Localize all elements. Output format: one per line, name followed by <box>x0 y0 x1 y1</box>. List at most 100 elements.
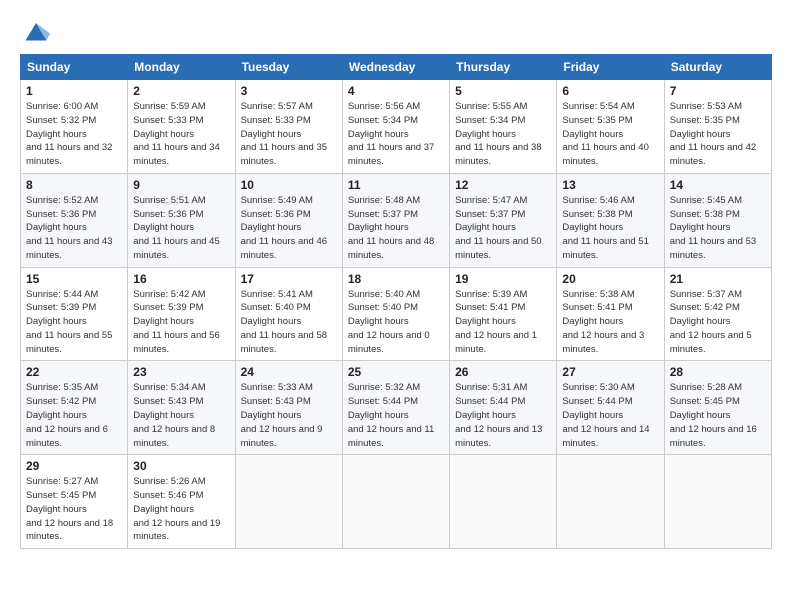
calendar-day-cell: 30 Sunrise: 5:26 AMSunset: 5:46 PMDaylig… <box>128 455 235 549</box>
day-number: 3 <box>241 84 337 98</box>
calendar-day-cell: 27 Sunrise: 5:30 AMSunset: 5:44 PMDaylig… <box>557 361 664 455</box>
calendar-day-cell: 17 Sunrise: 5:41 AMSunset: 5:40 PMDaylig… <box>235 267 342 361</box>
day-number: 25 <box>348 365 444 379</box>
weekday-header-cell: Saturday <box>664 55 771 80</box>
weekday-header-cell: Thursday <box>450 55 557 80</box>
weekday-header-cell: Wednesday <box>342 55 449 80</box>
calendar-day-cell: 8 Sunrise: 5:52 AMSunset: 5:36 PMDayligh… <box>21 173 128 267</box>
day-detail: Sunrise: 5:44 AMSunset: 5:39 PMDaylight … <box>26 288 122 357</box>
day-detail: Sunrise: 5:39 AMSunset: 5:41 PMDaylight … <box>455 288 551 357</box>
calendar-day-cell: 2 Sunrise: 5:59 AMSunset: 5:33 PMDayligh… <box>128 80 235 174</box>
calendar-week-row: 15 Sunrise: 5:44 AMSunset: 5:39 PMDaylig… <box>21 267 772 361</box>
day-detail: Sunrise: 5:47 AMSunset: 5:37 PMDaylight … <box>455 194 551 263</box>
calendar-day-cell: 12 Sunrise: 5:47 AMSunset: 5:37 PMDaylig… <box>450 173 557 267</box>
header <box>20 16 772 44</box>
calendar-day-cell: 14 Sunrise: 5:45 AMSunset: 5:38 PMDaylig… <box>664 173 771 267</box>
day-number: 14 <box>670 178 766 192</box>
day-number: 17 <box>241 272 337 286</box>
calendar-week-row: 22 Sunrise: 5:35 AMSunset: 5:42 PMDaylig… <box>21 361 772 455</box>
day-detail: Sunrise: 5:52 AMSunset: 5:36 PMDaylight … <box>26 194 122 263</box>
day-number: 11 <box>348 178 444 192</box>
day-number: 8 <box>26 178 122 192</box>
day-number: 2 <box>133 84 229 98</box>
day-detail: Sunrise: 5:54 AMSunset: 5:35 PMDaylight … <box>562 100 658 169</box>
weekday-header-cell: Sunday <box>21 55 128 80</box>
day-detail: Sunrise: 5:37 AMSunset: 5:42 PMDaylight … <box>670 288 766 357</box>
day-number: 15 <box>26 272 122 286</box>
calendar-day-cell: 9 Sunrise: 5:51 AMSunset: 5:36 PMDayligh… <box>128 173 235 267</box>
calendar-day-cell: 11 Sunrise: 5:48 AMSunset: 5:37 PMDaylig… <box>342 173 449 267</box>
calendar-day-cell: 21 Sunrise: 5:37 AMSunset: 5:42 PMDaylig… <box>664 267 771 361</box>
day-detail: Sunrise: 5:57 AMSunset: 5:33 PMDaylight … <box>241 100 337 169</box>
calendar-week-row: 29 Sunrise: 5:27 AMSunset: 5:45 PMDaylig… <box>21 455 772 549</box>
calendar-day-cell: 23 Sunrise: 5:34 AMSunset: 5:43 PMDaylig… <box>128 361 235 455</box>
calendar-day-cell: 19 Sunrise: 5:39 AMSunset: 5:41 PMDaylig… <box>450 267 557 361</box>
day-number: 23 <box>133 365 229 379</box>
day-detail: Sunrise: 5:48 AMSunset: 5:37 PMDaylight … <box>348 194 444 263</box>
calendar-day-cell: 16 Sunrise: 5:42 AMSunset: 5:39 PMDaylig… <box>128 267 235 361</box>
calendar-day-cell: 4 Sunrise: 5:56 AMSunset: 5:34 PMDayligh… <box>342 80 449 174</box>
day-detail: Sunrise: 5:30 AMSunset: 5:44 PMDaylight … <box>562 381 658 450</box>
calendar-day-cell: 29 Sunrise: 5:27 AMSunset: 5:45 PMDaylig… <box>21 455 128 549</box>
day-number: 27 <box>562 365 658 379</box>
day-number: 30 <box>133 459 229 473</box>
day-number: 7 <box>670 84 766 98</box>
day-detail: Sunrise: 5:26 AMSunset: 5:46 PMDaylight … <box>133 475 229 544</box>
calendar-day-cell <box>342 455 449 549</box>
day-detail: Sunrise: 5:31 AMSunset: 5:44 PMDaylight … <box>455 381 551 450</box>
day-number: 28 <box>670 365 766 379</box>
calendar-day-cell: 6 Sunrise: 5:54 AMSunset: 5:35 PMDayligh… <box>557 80 664 174</box>
day-detail: Sunrise: 5:46 AMSunset: 5:38 PMDaylight … <box>562 194 658 263</box>
day-number: 26 <box>455 365 551 379</box>
calendar-day-cell: 1 Sunrise: 6:00 AMSunset: 5:32 PMDayligh… <box>21 80 128 174</box>
day-detail: Sunrise: 5:49 AMSunset: 5:36 PMDaylight … <box>241 194 337 263</box>
calendar-day-cell: 13 Sunrise: 5:46 AMSunset: 5:38 PMDaylig… <box>557 173 664 267</box>
day-number: 9 <box>133 178 229 192</box>
day-number: 22 <box>26 365 122 379</box>
day-detail: Sunrise: 5:27 AMSunset: 5:45 PMDaylight … <box>26 475 122 544</box>
day-number: 5 <box>455 84 551 98</box>
day-number: 20 <box>562 272 658 286</box>
calendar-week-row: 1 Sunrise: 6:00 AMSunset: 5:32 PMDayligh… <box>21 80 772 174</box>
day-detail: Sunrise: 5:28 AMSunset: 5:45 PMDaylight … <box>670 381 766 450</box>
calendar-day-cell: 7 Sunrise: 5:53 AMSunset: 5:35 PMDayligh… <box>664 80 771 174</box>
day-number: 6 <box>562 84 658 98</box>
day-detail: Sunrise: 5:53 AMSunset: 5:35 PMDaylight … <box>670 100 766 169</box>
day-detail: Sunrise: 5:34 AMSunset: 5:43 PMDaylight … <box>133 381 229 450</box>
calendar-day-cell <box>664 455 771 549</box>
day-detail: Sunrise: 5:59 AMSunset: 5:33 PMDaylight … <box>133 100 229 169</box>
calendar-day-cell: 3 Sunrise: 5:57 AMSunset: 5:33 PMDayligh… <box>235 80 342 174</box>
calendar-day-cell <box>235 455 342 549</box>
calendar-day-cell: 22 Sunrise: 5:35 AMSunset: 5:42 PMDaylig… <box>21 361 128 455</box>
weekday-header-cell: Tuesday <box>235 55 342 80</box>
day-number: 18 <box>348 272 444 286</box>
day-number: 19 <box>455 272 551 286</box>
day-number: 29 <box>26 459 122 473</box>
day-detail: Sunrise: 5:56 AMSunset: 5:34 PMDaylight … <box>348 100 444 169</box>
calendar-body: 1 Sunrise: 6:00 AMSunset: 5:32 PMDayligh… <box>21 80 772 549</box>
day-number: 16 <box>133 272 229 286</box>
calendar-day-cell: 20 Sunrise: 5:38 AMSunset: 5:41 PMDaylig… <box>557 267 664 361</box>
weekday-header-cell: Monday <box>128 55 235 80</box>
calendar-day-cell: 28 Sunrise: 5:28 AMSunset: 5:45 PMDaylig… <box>664 361 771 455</box>
day-number: 1 <box>26 84 122 98</box>
calendar-day-cell <box>450 455 557 549</box>
calendar: SundayMondayTuesdayWednesdayThursdayFrid… <box>20 54 772 549</box>
day-detail: Sunrise: 5:42 AMSunset: 5:39 PMDaylight … <box>133 288 229 357</box>
weekday-header-cell: Friday <box>557 55 664 80</box>
calendar-day-cell: 26 Sunrise: 5:31 AMSunset: 5:44 PMDaylig… <box>450 361 557 455</box>
day-detail: Sunrise: 5:41 AMSunset: 5:40 PMDaylight … <box>241 288 337 357</box>
day-number: 12 <box>455 178 551 192</box>
day-number: 21 <box>670 272 766 286</box>
calendar-header-row: SundayMondayTuesdayWednesdayThursdayFrid… <box>21 55 772 80</box>
logo-icon <box>22 16 50 44</box>
day-number: 4 <box>348 84 444 98</box>
calendar-day-cell: 10 Sunrise: 5:49 AMSunset: 5:36 PMDaylig… <box>235 173 342 267</box>
day-number: 10 <box>241 178 337 192</box>
day-detail: Sunrise: 5:40 AMSunset: 5:40 PMDaylight … <box>348 288 444 357</box>
day-detail: Sunrise: 5:35 AMSunset: 5:42 PMDaylight … <box>26 381 122 450</box>
day-detail: Sunrise: 5:51 AMSunset: 5:36 PMDaylight … <box>133 194 229 263</box>
calendar-day-cell: 18 Sunrise: 5:40 AMSunset: 5:40 PMDaylig… <box>342 267 449 361</box>
day-detail: Sunrise: 5:55 AMSunset: 5:34 PMDaylight … <box>455 100 551 169</box>
day-detail: Sunrise: 5:45 AMSunset: 5:38 PMDaylight … <box>670 194 766 263</box>
